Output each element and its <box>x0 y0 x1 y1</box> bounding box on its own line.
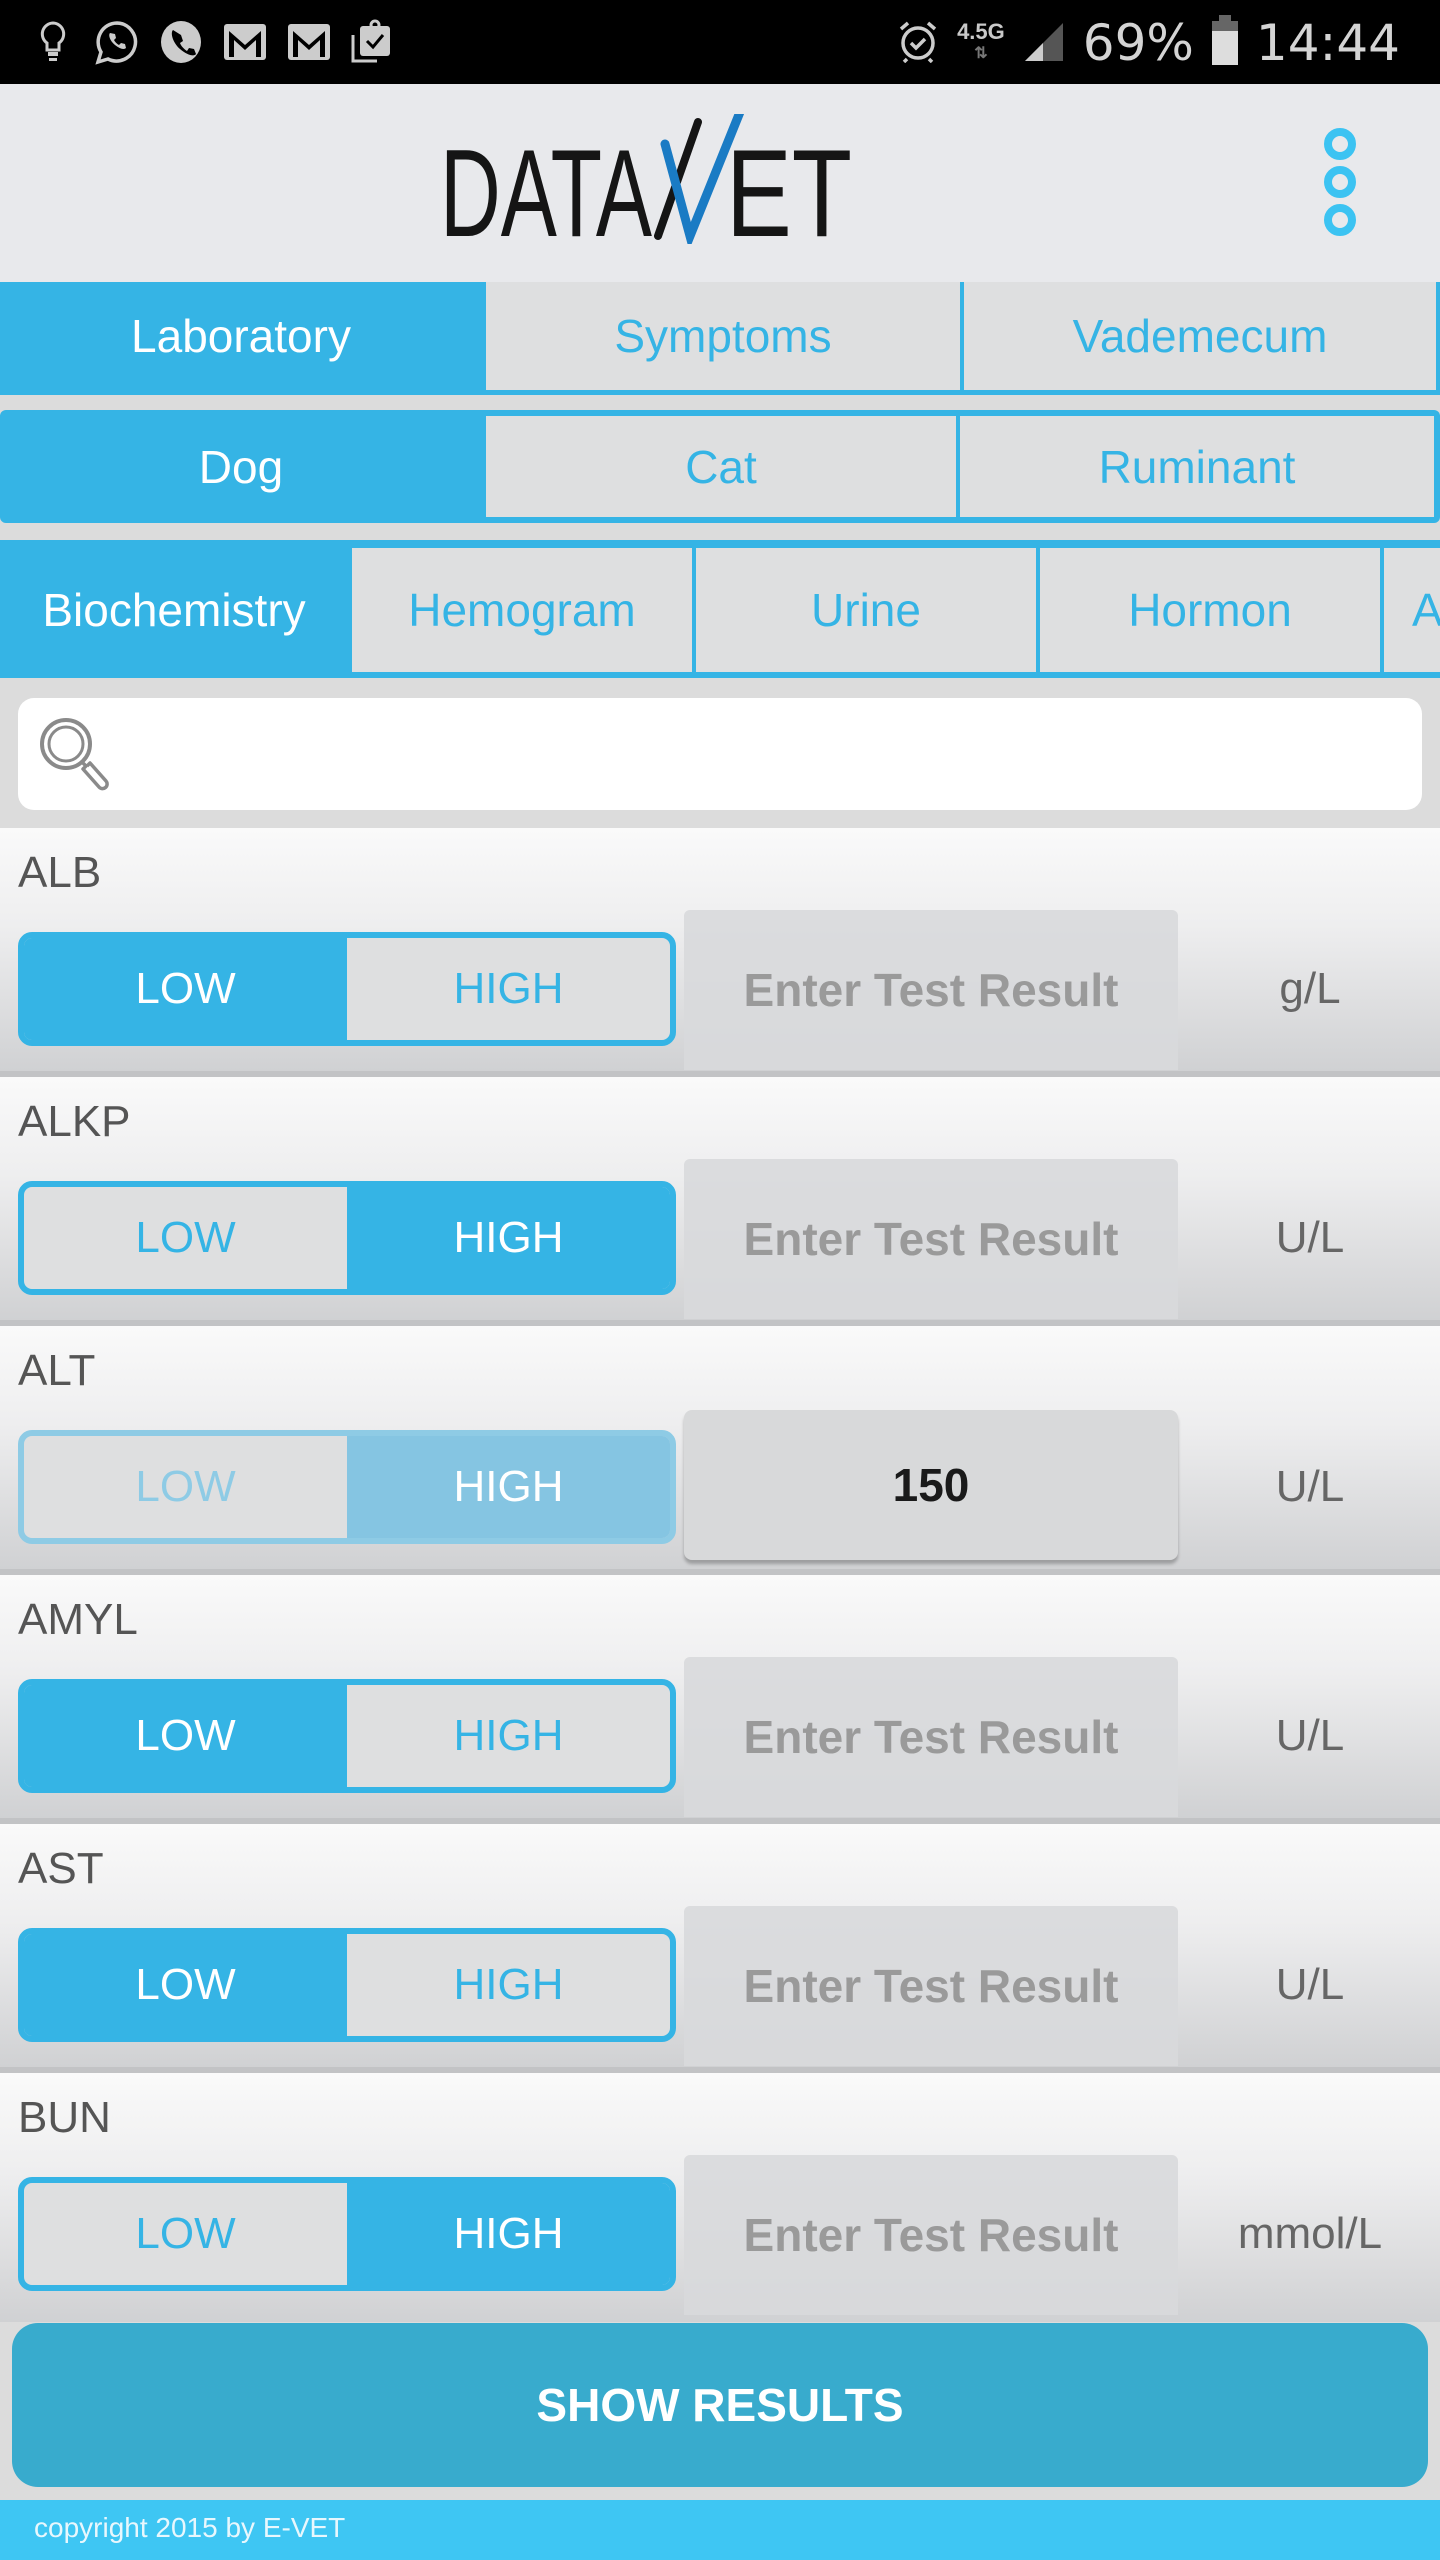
test-result-input[interactable] <box>684 2155 1178 2315</box>
test-name: AMYL <box>18 1595 138 1644</box>
status-bar: 4.5G ⇅ 69% 14:44 <box>0 0 1440 84</box>
network-type: 4.5G ⇅ <box>957 21 1005 65</box>
category-tabs: Biochemistry Hemogram Urine Hormon A <box>0 540 1440 678</box>
gmail-icon <box>222 19 268 65</box>
tab-symptoms[interactable]: Symptoms <box>482 282 960 390</box>
test-result-input[interactable] <box>684 1410 1178 1560</box>
test-row-alt: ALT LOW HIGH U/L <box>0 1326 1440 1575</box>
datavet-logo: DATA ET <box>440 107 860 263</box>
unit-label: U/L <box>1275 1462 1345 1511</box>
test-result-input[interactable] <box>684 1657 1178 1817</box>
show-results-button[interactable]: SHOW RESULTS <box>12 2323 1428 2487</box>
low-high-toggle: LOW HIGH <box>18 2177 676 2291</box>
low-button[interactable]: LOW <box>24 1685 347 1787</box>
low-button[interactable]: LOW <box>24 938 347 1040</box>
high-button: HIGH <box>347 1436 670 1538</box>
unit-label: U/L <box>1275 1213 1345 1262</box>
test-result-input[interactable] <box>684 1159 1178 1319</box>
unit-label: mmol/L <box>1237 2209 1383 2258</box>
high-button[interactable]: HIGH <box>347 2183 670 2285</box>
tab-vademecum[interactable]: Vademecum <box>960 282 1436 390</box>
high-button[interactable]: HIGH <box>347 1187 670 1289</box>
search-icon <box>36 712 116 798</box>
test-result-field[interactable] <box>684 1410 1178 1560</box>
tab-urine[interactable]: Urine <box>692 548 1036 672</box>
test-list: ALB LOW HIGH g/L ALKP LOW HIGH U/L ALT L… <box>0 828 1440 2322</box>
logo-text-right: ET <box>726 125 852 244</box>
test-result-field[interactable] <box>684 1906 1178 2066</box>
battery-icon <box>1211 15 1238 65</box>
status-indicators: 4.5G ⇅ 69% 14:44 <box>897 8 1400 78</box>
test-result-input[interactable] <box>684 1906 1178 2066</box>
data-arrows-icon: ⇅ <box>974 45 988 62</box>
unit-label: U/L <box>1275 1960 1345 2009</box>
tab-hemogram[interactable]: Hemogram <box>348 548 692 672</box>
tab-laboratory[interactable]: Laboratory <box>0 282 482 390</box>
tab-cat[interactable]: Cat <box>482 416 956 517</box>
gmail-icon <box>286 19 332 65</box>
tab-hormon[interactable]: Hormon <box>1036 548 1380 672</box>
unit-label: g/L <box>1279 964 1341 1013</box>
clipboard-check-icon <box>350 19 396 65</box>
low-high-toggle: LOW HIGH <box>18 1181 676 1295</box>
phone-icon <box>158 19 204 65</box>
test-row-ast: AST LOW HIGH U/L <box>0 1824 1440 2073</box>
test-row-amyl: AMYL LOW HIGH U/L <box>0 1575 1440 1824</box>
test-name: BUN <box>18 2093 111 2142</box>
high-button[interactable]: HIGH <box>347 1685 670 1787</box>
section-tabs: Laboratory Symptoms Vademecum <box>0 282 1440 395</box>
signal-icon <box>1023 19 1065 68</box>
low-button: LOW <box>135 1462 236 1511</box>
test-result-field[interactable] <box>684 2155 1178 2315</box>
tab-dog[interactable]: Dog <box>0 416 482 517</box>
high-button[interactable]: HIGH <box>347 1934 670 2036</box>
footer: copyright 2015 by E-VET <box>0 2500 1440 2560</box>
battery-percent: 69% <box>1082 14 1194 72</box>
tab-biochemistry[interactable]: Biochemistry <box>0 548 348 672</box>
logo-text-left: DATA <box>440 125 652 244</box>
app-header: DATA ET <box>0 84 1440 282</box>
whatsapp-icon <box>94 19 140 65</box>
more-vert-icon[interactable] <box>1310 124 1370 244</box>
low-high-toggle: LOW HIGH <box>18 1928 676 2042</box>
tab-more-partial[interactable]: A <box>1380 548 1440 672</box>
test-name: ALT <box>18 1346 96 1395</box>
alarm-icon <box>897 19 939 68</box>
lightbulb-icon <box>30 19 76 65</box>
test-row-alb: ALB LOW HIGH g/L <box>0 828 1440 1077</box>
low-button[interactable]: LOW <box>24 1934 347 2036</box>
high-button[interactable]: HIGH <box>347 938 670 1040</box>
test-name: ALKP <box>18 1097 131 1146</box>
search-field[interactable] <box>18 698 1422 810</box>
clock: 14:44 <box>1255 14 1400 72</box>
search-bar <box>0 680 1440 828</box>
test-result-field[interactable] <box>684 910 1178 1070</box>
search-input[interactable] <box>128 708 1408 800</box>
test-name: ALB <box>18 848 102 897</box>
low-button[interactable]: LOW <box>24 1187 347 1289</box>
low-button[interactable]: LOW <box>24 2183 347 2285</box>
species-tabs: Dog Cat Ruminant <box>0 410 1440 523</box>
test-row-bun: BUN LOW HIGH mmol/L <box>0 2073 1440 2322</box>
test-name: AST <box>18 1844 104 1893</box>
low-high-toggle: LOW HIGH <box>18 1430 676 1544</box>
notification-icons <box>30 14 396 70</box>
tab-ruminant[interactable]: Ruminant <box>956 416 1434 517</box>
low-high-toggle: LOW HIGH <box>18 1679 676 1793</box>
test-result-input[interactable] <box>684 910 1178 1070</box>
low-high-toggle: LOW HIGH <box>18 932 676 1046</box>
copyright-text: copyright 2015 by E-VET <box>34 2512 346 2543</box>
test-result-field[interactable] <box>684 1159 1178 1319</box>
test-result-field[interactable] <box>684 1657 1178 1817</box>
unit-label: U/L <box>1275 1711 1345 1760</box>
test-row-alkp: ALKP LOW HIGH U/L <box>0 1077 1440 1326</box>
network-type-label: 4.5G <box>957 19 1005 44</box>
